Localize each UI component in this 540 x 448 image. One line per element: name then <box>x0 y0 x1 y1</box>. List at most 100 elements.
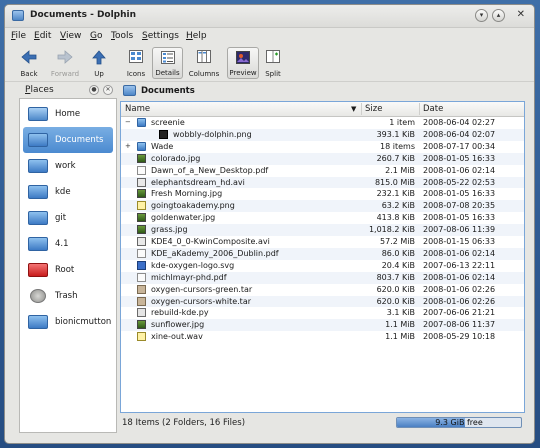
file-size: 815.0 MiB <box>374 177 415 187</box>
folder-icon <box>123 85 136 96</box>
table-row[interactable]: Fresh Morning.jpg 232.1 KiB 2008-01-05 16:… <box>121 188 524 200</box>
preview-button[interactable]: Preview <box>227 47 259 79</box>
table-row[interactable]: xine-out.wav 1.1 MiB 2008-05-29 10:18 <box>121 331 524 343</box>
column-header: Name ▼ Size Date <box>121 102 524 117</box>
column-size[interactable]: Size <box>365 104 382 114</box>
menu-tools[interactable]: Tools <box>111 31 133 41</box>
file-date: 2008-06-04 02:27 <box>423 118 496 127</box>
menu-view[interactable]: View <box>60 31 81 41</box>
file-date: 2008-01-15 06:33 <box>423 237 496 246</box>
table-row[interactable]: + Wade 18 items 2008-07-17 00:34 <box>121 141 524 153</box>
root-folder-icon <box>28 263 48 277</box>
table-row[interactable]: sunflower.jpg 1.1 MiB 2007-08-06 11:37 <box>121 319 524 332</box>
maximize-button[interactable]: ▴ <box>492 9 505 22</box>
up-button[interactable]: Up <box>87 47 111 79</box>
place-4-1[interactable]: 4.1 <box>23 231 113 257</box>
table-row[interactable]: KDE_aKademy_2006_Dublin.pdf 86.0 KiB 2008-… <box>121 247 524 260</box>
minimize-button[interactable]: ▾ <box>475 9 488 22</box>
forward-button[interactable]: Forward <box>45 47 85 79</box>
home-folder-icon <box>28 107 48 121</box>
folder-icon <box>28 211 48 225</box>
folder-icon <box>137 141 146 151</box>
table-row[interactable]: − screenie 1 item 2008-06-04 02:27 <box>121 117 524 129</box>
file-name: grass.jpg <box>151 225 188 235</box>
collapse-icon[interactable]: − <box>125 118 131 126</box>
file-icon <box>137 320 146 330</box>
menu-file[interactable]: File <box>11 31 26 41</box>
file-icon <box>137 189 146 199</box>
file-size: 260.7 KiB <box>376 153 415 163</box>
place-documents[interactable]: Documents <box>23 127 113 153</box>
file-date: 2008-01-05 16:33 <box>423 189 496 199</box>
file-size: 1,018.2 KiB <box>368 225 415 235</box>
menu-settings[interactable]: Settings <box>142 31 179 41</box>
file-icon <box>137 165 146 175</box>
place-bionicmutton[interactable]: bionicmutton <box>23 309 113 335</box>
location-label: Documents <box>141 86 195 96</box>
table-row[interactable]: colorado.jpg 260.7 KiB 2008-01-05 16:33 <box>121 152 524 165</box>
table-row[interactable]: oxygen-cursors-white.tar 620.0 KiB 2008-01… <box>121 295 524 308</box>
file-icon <box>137 296 146 306</box>
file-size: 803.7 KiB <box>376 272 415 282</box>
table-row[interactable]: rebuild-kde.py 3.1 KiB 2007-06-06 21:21 <box>121 307 524 319</box>
float-panel-button[interactable]: ● <box>89 85 99 95</box>
close-button[interactable]: ✕ <box>517 9 525 20</box>
file-size: 63.2 KiB <box>381 201 415 211</box>
file-name: xine-out.wav <box>151 332 203 342</box>
column-date[interactable]: Date <box>423 104 443 114</box>
table-row[interactable]: goldenwater.jpg 413.8 KiB 2008-01-05 16:33 <box>121 212 524 224</box>
file-name: michlmayr-phd.pdf <box>151 272 227 282</box>
place-home[interactable]: Home <box>23 101 113 127</box>
file-name: sunflower.jpg <box>151 320 205 330</box>
expand-icon[interactable]: + <box>125 142 131 150</box>
table-row[interactable]: goingtoakademy.png 63.2 KiB 2008-07-08 20:… <box>121 200 524 213</box>
place-work[interactable]: work <box>23 153 113 179</box>
file-date: 2007-08-06 11:37 <box>423 320 496 330</box>
file-date: 2008-01-06 02:14 <box>423 272 496 282</box>
file-name: oxygen-cursors-green.tar <box>151 284 253 294</box>
menu-go[interactable]: Go <box>90 31 103 41</box>
folder-icon <box>137 118 146 127</box>
table-row[interactable]: Dawn_of_a_New_Desktop.pdf 2.1 MiB 2008-01-… <box>121 165 524 177</box>
file-date: 2008-01-05 16:33 <box>423 213 496 223</box>
file-date: 2008-01-06 02:26 <box>423 296 496 306</box>
toolbar: Back Forward Up Icons Details Columns Pr… <box>5 45 534 82</box>
split-button[interactable]: Split <box>262 47 284 79</box>
free-space-text: 9.3 GiB free <box>435 418 483 427</box>
table-row[interactable]: KDE4_0_0-KwinComposite.avi 57.2 MiB 2008-0… <box>121 236 524 248</box>
file-icon <box>137 153 146 163</box>
close-panel-button[interactable]: ✕ <box>103 85 113 95</box>
location-bar[interactable]: Documents <box>123 85 526 98</box>
menu-help[interactable]: Help <box>186 31 207 41</box>
file-size: 1.1 MiB <box>385 332 415 342</box>
menu-edit[interactable]: Edit <box>34 31 51 41</box>
place-kde[interactable]: kde <box>23 179 113 205</box>
file-icon <box>137 237 146 246</box>
folder-icon <box>28 237 48 251</box>
place-git[interactable]: git <box>23 205 113 231</box>
table-row[interactable]: kde-oxygen-logo.svg 20.4 KiB 2007-06-13 22… <box>121 260 524 272</box>
table-row[interactable]: oxygen-cursors-green.tar 620.0 KiB 2008-01… <box>121 284 524 296</box>
file-name: goldenwater.jpg <box>151 213 216 223</box>
file-size: 393.1 KiB <box>376 129 415 139</box>
file-size: 1.1 MiB <box>385 320 415 330</box>
icons-view-button[interactable]: Icons <box>122 47 150 79</box>
back-button[interactable]: Back <box>15 47 43 79</box>
folder-icon <box>28 185 48 199</box>
column-name[interactable]: Name <box>125 104 150 114</box>
file-icon <box>137 248 146 258</box>
table-row[interactable]: elephantsdream_hd.avi 815.0 MiB 2008-05-22… <box>121 176 524 189</box>
table-row[interactable]: michlmayr-phd.pdf 803.7 KiB 2008-01-06 02:… <box>121 271 524 284</box>
window-title: Documents - Dolphin <box>30 10 137 20</box>
file-icon <box>137 308 146 318</box>
menubar: File Edit View Go Tools Settings Help <box>5 28 534 44</box>
titlebar[interactable]: Documents - Dolphin ▾ ▴ ✕ <box>5 5 534 28</box>
table-row[interactable]: grass.jpg 1,018.2 KiB 2007-08-06 11:39 <box>121 224 524 236</box>
file-date: 2007-06-06 21:21 <box>423 308 496 318</box>
place-root[interactable]: Root <box>23 257 113 283</box>
table-row[interactable]: wobbly-dolphin.png 393.1 KiB 2008-06-04 02… <box>121 128 524 141</box>
icons-view-icon <box>129 50 143 63</box>
columns-view-button[interactable]: Columns <box>186 47 222 79</box>
place-trash[interactable]: Trash <box>23 283 113 309</box>
details-view-button[interactable]: Details <box>152 47 183 79</box>
